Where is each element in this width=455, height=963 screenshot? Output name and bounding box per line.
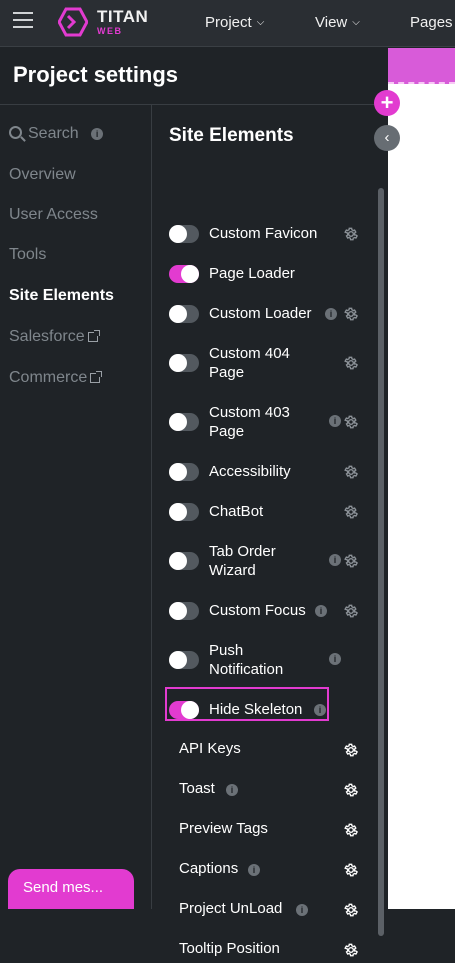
sidebar-item-commerce[interactable]: Commerce [9, 369, 103, 387]
toggle-label: Accessibility [209, 463, 291, 480]
toggle-knob [169, 651, 187, 669]
settings-row-label: Toast [179, 780, 215, 797]
chevron-down-icon: ⌵ [352, 17, 360, 28]
search-icon [9, 126, 22, 139]
toggle-label: Custom Focus [209, 602, 306, 619]
toggle-label: Custom Favicon [209, 225, 318, 242]
section-title: Site Elements [169, 125, 294, 146]
toggle-knob [169, 225, 187, 243]
settings-row-label: Tooltip Position [179, 940, 280, 957]
toggle-knob [169, 463, 187, 481]
sidebar-item-overview[interactable]: Overview [9, 166, 76, 184]
collapse-panel-button[interactable]: ‹ [374, 125, 400, 151]
settings-row-label: API Keys [179, 740, 241, 757]
toggle-knob [169, 503, 187, 521]
info-icon[interactable]: i [226, 784, 238, 796]
toggle-switch[interactable] [169, 225, 199, 243]
gear-icon[interactable] [343, 862, 359, 878]
canvas-selected-element[interactable] [388, 48, 455, 84]
toggle-knob [169, 305, 187, 323]
gear-icon[interactable] [343, 226, 359, 242]
sidebar-item-tools[interactable]: Tools [9, 246, 46, 264]
sidebar-item-salesforce[interactable]: Salesforce [9, 328, 100, 346]
toggle-switch[interactable] [169, 265, 199, 283]
panel-title: Project settings [13, 62, 179, 87]
info-icon[interactable]: i [329, 653, 341, 665]
toggle-label: Page Loader [209, 265, 295, 282]
gear-icon[interactable] [343, 742, 359, 758]
gear-icon[interactable] [343, 822, 359, 838]
settings-sidebar: Search i Overview User Access Tools Site… [0, 105, 152, 909]
info-icon[interactable]: i [296, 904, 308, 916]
toggle-switch[interactable] [169, 552, 199, 570]
nav-project[interactable]: Project ⌵ [205, 14, 264, 31]
toggle-switch[interactable] [169, 503, 199, 521]
send-message-button[interactable]: Send mes... [8, 869, 134, 909]
toggle-switch[interactable] [169, 602, 199, 620]
info-icon[interactable]: i [315, 605, 327, 617]
hamburger-menu-icon[interactable] [13, 12, 33, 30]
toggle-switch[interactable] [169, 305, 199, 323]
toggle-switch[interactable] [169, 463, 199, 481]
external-link-icon [90, 370, 103, 383]
toggle-label: Custom 403 Page [209, 404, 290, 440]
gear-icon[interactable] [343, 306, 359, 322]
sidebar-search[interactable]: Search i [9, 125, 104, 143]
settings-row-label: Captions [179, 860, 239, 877]
gear-icon[interactable] [343, 504, 359, 520]
nav-view[interactable]: View ⌵ [315, 14, 360, 31]
toggle-knob [169, 602, 187, 620]
info-icon[interactable]: i [314, 704, 326, 716]
toggle-label: Custom Loader [209, 305, 312, 322]
gear-icon[interactable] [343, 464, 359, 480]
gear-icon[interactable] [343, 603, 359, 619]
toggle-label: Push Notification [209, 642, 284, 678]
nav-pages[interactable]: Pages [410, 14, 453, 31]
toggle-switch[interactable] [169, 701, 199, 719]
info-icon[interactable]: i [329, 554, 341, 566]
chevron-down-icon: ⌵ [256, 17, 265, 28]
info-icon[interactable]: i [91, 127, 104, 140]
toggle-label: Custom 404 Page [209, 345, 290, 381]
toggle-label: ChatBot [209, 503, 264, 520]
brand-subtitle: WEB [97, 26, 123, 36]
editor-canvas[interactable] [388, 48, 455, 909]
gear-icon[interactable] [343, 942, 359, 958]
external-link-icon [87, 329, 100, 342]
gear-icon[interactable] [343, 902, 359, 918]
toggle-knob [181, 701, 199, 719]
project-settings-panel: Project settings Search i Overview User … [0, 48, 388, 957]
toggle-knob [181, 265, 199, 283]
info-icon[interactable]: i [248, 864, 260, 876]
scrollbar[interactable] [378, 188, 384, 936]
site-elements-content: Site Elements Custom Favicon Page Loader C… [153, 105, 388, 957]
gear-icon[interactable] [343, 355, 359, 371]
toggle-label: Tab Order Wizard [209, 543, 276, 579]
sidebar-item-user-access[interactable]: User Access [9, 206, 98, 224]
toggle-knob [169, 413, 187, 431]
info-icon[interactable]: i [329, 415, 341, 427]
gear-icon[interactable] [343, 553, 359, 569]
toggle-switch[interactable] [169, 354, 199, 372]
toggle-label: Hide Skeleton [209, 701, 303, 718]
add-element-button[interactable]: + [374, 90, 400, 116]
titan-logo-icon [58, 7, 88, 37]
toggle-switch[interactable] [169, 651, 199, 669]
brand-name: TITAN [97, 7, 149, 26]
gear-icon[interactable] [343, 782, 359, 798]
toggle-knob [169, 552, 187, 570]
gear-icon[interactable] [343, 414, 359, 430]
sidebar-item-site-elements[interactable]: Site Elements [9, 287, 114, 305]
info-icon[interactable]: i [325, 308, 337, 320]
top-bar: TITAN WEB Project ⌵ View ⌵ Pages [0, 0, 455, 47]
settings-row-label: Preview Tags [179, 820, 268, 837]
toggle-switch[interactable] [169, 413, 199, 431]
toggle-knob [169, 354, 187, 372]
